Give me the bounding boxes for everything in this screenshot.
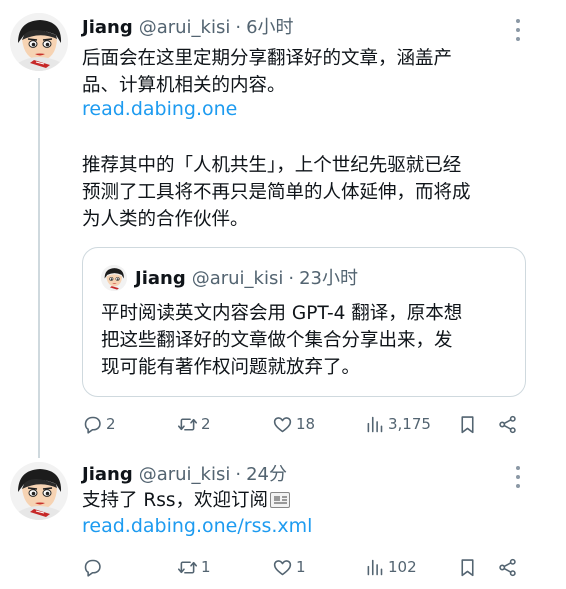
more-icon[interactable] — [514, 19, 522, 41]
quoted-author-name: Jiang — [135, 268, 186, 289]
separator-dot: · — [235, 17, 242, 38]
tweet-timestamp[interactable]: 24分 — [246, 460, 287, 486]
separator-dot: · — [288, 268, 295, 289]
share-icon — [499, 415, 516, 433]
reply-button[interactable]: 2 — [82, 410, 116, 438]
share-button[interactable] — [497, 553, 518, 581]
views-icon — [367, 416, 383, 432]
tweet-text-line: 为人类的合作伙伴。 — [82, 209, 249, 230]
more-icon[interactable] — [514, 466, 522, 488]
avatar[interactable] — [10, 462, 68, 520]
like-button[interactable]: 18 — [272, 410, 315, 438]
tweet-timestamp[interactable]: 6小时 — [246, 13, 293, 39]
author-handle[interactable]: @arui_kisi — [139, 17, 231, 38]
author-handle[interactable]: @arui_kisi — [139, 464, 231, 485]
retweet-button[interactable]: 2 — [177, 410, 211, 438]
reply-button[interactable] — [82, 553, 106, 581]
retweet-count: 2 — [201, 415, 211, 433]
tweet-link[interactable]: read.dabing.one — [82, 98, 237, 120]
tweet-text-line: 后面会在这里定期分享翻译好的文章，涵盖产 — [82, 48, 453, 69]
quoted-header: Jiang @arui_kisi · 23小时 — [135, 264, 358, 290]
tweet-header: Jiang @arui_kisi · 6小时 — [82, 13, 294, 39]
bookmark-button[interactable] — [457, 553, 478, 581]
share-button[interactable] — [497, 410, 518, 438]
quoted-timestamp: 23小时 — [299, 268, 359, 289]
views-count: 3,175 — [388, 415, 431, 433]
quoted-author-handle: @arui_kisi — [191, 268, 284, 289]
bookmark-icon — [461, 558, 474, 576]
tweet-text-line: 品、计算机相关的内容。 — [82, 75, 286, 96]
retweet-icon — [177, 560, 198, 574]
quoted-avatar — [101, 265, 127, 291]
quoted-text-line: 把这些翻译好的文章做个集合分享出来，发 — [101, 330, 453, 351]
share-icon — [499, 558, 516, 576]
tweet-text-line: 推荐其中的「人机共生」，上个世纪先驱就已经 — [82, 155, 462, 176]
quoted-text-line: 平时阅读英文内容会用 GPT-4 翻译，原本想 — [101, 303, 463, 324]
separator-dot: · — [235, 464, 242, 485]
reply-count: 2 — [106, 415, 116, 433]
views-button[interactable]: 102 — [364, 553, 417, 581]
retweet-button[interactable]: 1 — [177, 553, 211, 581]
like-button[interactable]: 1 — [272, 553, 306, 581]
retweet-icon — [177, 417, 198, 431]
avatar[interactable] — [10, 13, 68, 71]
tweet-actions: 2 2 18 3,175 — [82, 410, 522, 438]
retweet-count: 1 — [201, 558, 211, 576]
like-count: 18 — [296, 415, 316, 433]
tweet-text: 推荐其中的「人机共生」，上个世纪先驱就已经 预测了工具将不再只是简单的人体延伸，… — [82, 152, 542, 233]
bookmark-button[interactable] — [457, 410, 478, 438]
heart-icon — [273, 416, 292, 432]
views-icon — [367, 559, 383, 575]
tweet-text-line: 支持了 Rss，欢迎订阅 — [82, 490, 269, 511]
reply-icon — [84, 559, 101, 577]
author-name[interactable]: Jiang — [82, 17, 133, 38]
tweet-text-line: 预测了工具将不再只是简单的人体延伸，而将成 — [82, 182, 471, 203]
tweet-link[interactable]: read.dabing.one/rss.xml — [82, 515, 312, 537]
bookmark-icon — [461, 415, 474, 433]
quoted-text-line: 现可能有著作权问题就放弃了。 — [101, 357, 361, 378]
author-name[interactable]: Jiang — [82, 464, 133, 485]
like-count: 1 — [296, 558, 306, 576]
tweet-header: Jiang @arui_kisi · 24分 — [82, 460, 287, 486]
tweet-text: 后面会在这里定期分享翻译好的文章，涵盖产 品、计算机相关的内容。 — [82, 45, 542, 99]
tweet[interactable]: Jiang @arui_kisi · 24分 支持了 Rss，欢迎订阅 read… — [0, 455, 566, 589]
newspaper-emoji — [270, 492, 291, 508]
tweet-text: 支持了 Rss，欢迎订阅 — [82, 487, 542, 514]
quoted-text: 平时阅读英文内容会用 GPT-4 翻译，原本想 把这些翻译好的文章做个集合分享出… — [101, 300, 511, 381]
views-button[interactable]: 3,175 — [364, 410, 431, 438]
quoted-tweet[interactable]: Jiang @arui_kisi · 23小时 平时阅读英文内容会用 GPT-4… — [82, 247, 526, 397]
heart-icon — [273, 559, 292, 575]
reply-icon — [84, 416, 101, 434]
tweet[interactable]: Jiang @arui_kisi · 6小时 后面会在这里定期分享翻译好的文章，… — [0, 0, 566, 450]
tweet-actions: 1 1 102 — [82, 553, 522, 581]
views-count: 102 — [388, 558, 417, 576]
